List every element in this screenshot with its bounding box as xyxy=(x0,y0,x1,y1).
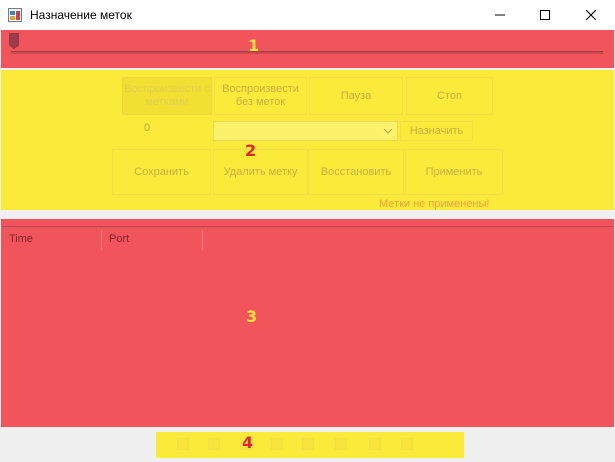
maximize-button[interactable] xyxy=(522,0,568,30)
window-title: Назначение меток xyxy=(30,8,132,22)
port-checkbox[interactable] xyxy=(302,438,314,450)
assign-button[interactable]: Назначить xyxy=(400,121,473,141)
slider-track[interactable] xyxy=(11,51,603,54)
column-header-time[interactable]: Time xyxy=(9,233,33,245)
slider-zone: 1 xyxy=(1,30,614,68)
column-separator[interactable] xyxy=(101,230,102,250)
port-checkbox[interactable] xyxy=(369,438,381,450)
port-checkbox[interactable] xyxy=(335,438,347,450)
minimize-icon xyxy=(495,14,505,16)
zone-label-3: 3 xyxy=(246,307,258,326)
play-with-marks-button[interactable]: Воспроизвести с метками xyxy=(122,77,212,115)
app-icon xyxy=(8,8,22,22)
zone-label-4: 4 xyxy=(242,433,254,452)
delete-mark-button[interactable]: Удалить метку xyxy=(213,149,308,195)
zone-label-1: 1 xyxy=(248,36,260,55)
chevron-down-icon[interactable] xyxy=(383,126,393,139)
column-separator[interactable] xyxy=(202,230,203,250)
minimize-button[interactable] xyxy=(477,0,523,30)
counter-value: 0 xyxy=(144,122,151,134)
mark-select[interactable] xyxy=(213,121,398,141)
column-header-port[interactable]: Port xyxy=(109,233,129,245)
play-without-marks-button[interactable]: Воспроизвести без меток xyxy=(214,77,307,115)
save-button[interactable]: Сохранить xyxy=(112,149,211,195)
status-message: Метки не применены! xyxy=(379,198,490,210)
zone-label-2: 2 xyxy=(245,141,257,160)
port-checkbox[interactable] xyxy=(208,438,220,450)
list-border xyxy=(2,226,613,227)
close-icon xyxy=(586,10,596,20)
maximize-icon xyxy=(540,10,550,20)
port-checkbox[interactable] xyxy=(401,438,413,450)
title-bar: Назначение меток xyxy=(0,0,615,30)
pause-button[interactable]: Пауза xyxy=(309,77,403,115)
port-checkbox[interactable] xyxy=(177,438,189,450)
stop-button[interactable]: Стоп xyxy=(406,77,493,115)
restore-button[interactable]: Восстановить xyxy=(308,149,404,195)
port-checkbox[interactable] xyxy=(271,438,283,450)
slider-thumb-icon[interactable] xyxy=(8,32,20,50)
marks-list[interactable] xyxy=(1,219,614,427)
apply-button[interactable]: Применить xyxy=(405,149,503,195)
close-button[interactable] xyxy=(568,0,614,30)
